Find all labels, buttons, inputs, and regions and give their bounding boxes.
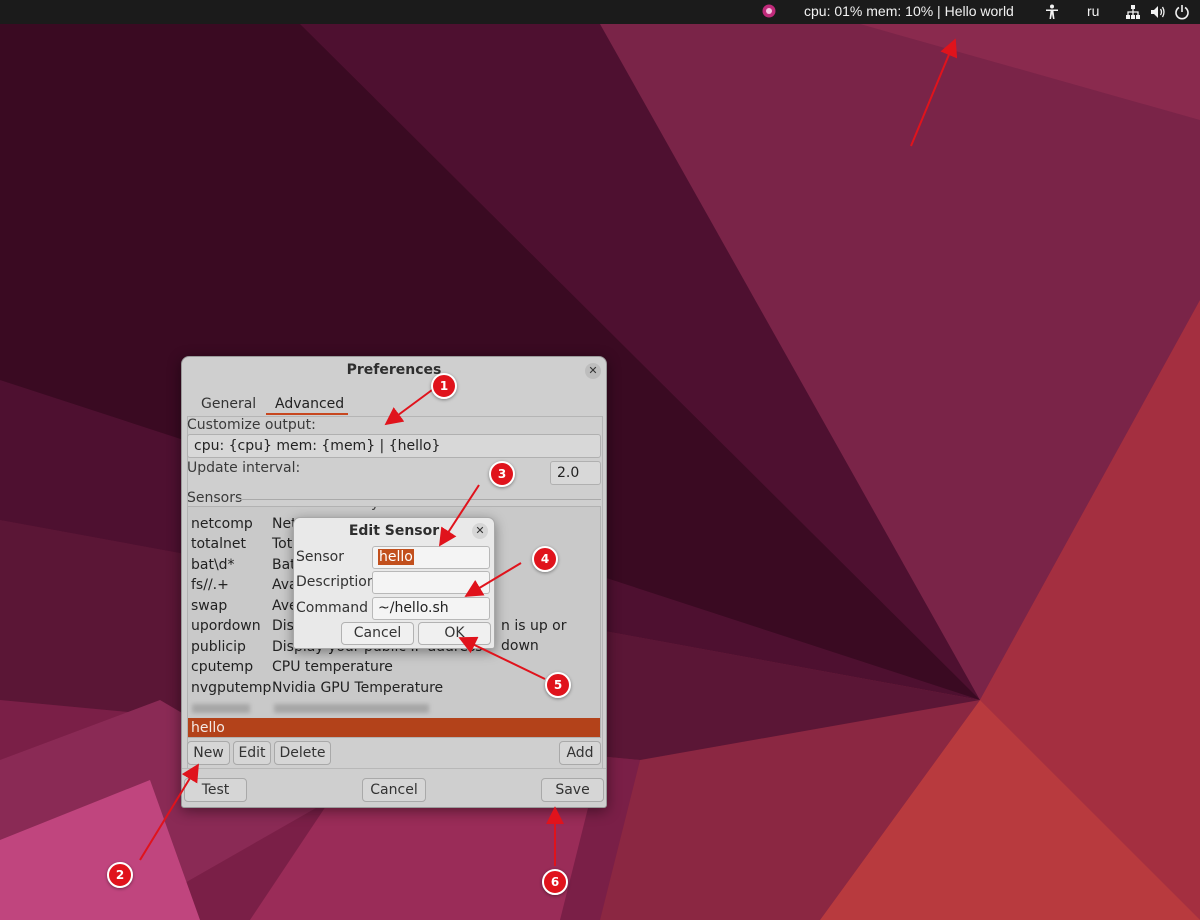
- footer-separator: [182, 768, 606, 769]
- dialog-ok-button[interactable]: OK: [418, 622, 491, 645]
- preferences-title: Preferences: [346, 362, 442, 378]
- edit-sensor-close-icon[interactable]: ✕: [472, 523, 488, 539]
- save-button[interactable]: Save: [541, 778, 604, 802]
- sensor-name-input[interactable]: hello: [372, 546, 490, 569]
- list-item[interactable]: nvgputemp Nvidia GPU Temperature: [188, 678, 600, 698]
- new-button[interactable]: New: [187, 741, 230, 765]
- keyboard-layout-indicator[interactable]: ru: [1087, 0, 1099, 24]
- sensor-name: nvgputemp: [191, 680, 272, 696]
- customize-output-label: Customize output:: [187, 417, 316, 433]
- sensor-name: netcomp: [191, 516, 253, 532]
- system-monitor-indicator[interactable]: cpu: 01% mem: 10% | Hello world: [804, 0, 1014, 24]
- marker-6: 6: [542, 869, 568, 895]
- accessibility-icon[interactable]: [1045, 4, 1059, 20]
- tab-general[interactable]: General: [201, 393, 256, 417]
- sensor-name: hello: [191, 720, 225, 736]
- sensor-name-selected-text: hello: [378, 549, 414, 565]
- sensor-name: bat\d*: [191, 557, 235, 573]
- customize-output-field[interactable]: cpu: {cpu} mem: {mem} | {hello}: [187, 434, 601, 458]
- sensor-desc: CPU temperature: [272, 659, 393, 675]
- cancel-button[interactable]: Cancel: [362, 778, 426, 802]
- edit-sensor-title: Edit Sensor: [348, 523, 440, 539]
- sensor-name: cputemp: [191, 659, 254, 675]
- sensors-label: Sensors: [187, 490, 243, 506]
- top-panel: cpu: 01% mem: 10% | Hello world ru: [0, 0, 1200, 24]
- network-icon[interactable]: [1125, 4, 1141, 20]
- marker-4: 4: [532, 546, 558, 572]
- sensor-field-label: Sensor: [296, 549, 344, 565]
- delete-button[interactable]: Delete: [274, 741, 331, 765]
- blurred-list-item[interactable]: [188, 698, 600, 718]
- description-field-label: Description: [296, 574, 376, 590]
- test-button[interactable]: Test: [184, 778, 247, 802]
- add-button[interactable]: Add: [559, 741, 601, 765]
- partial-header: y: [371, 507, 379, 511]
- command-input[interactable]: ~/hello.sh: [372, 597, 490, 620]
- command-field-label: Command: [296, 600, 368, 616]
- description-input[interactable]: [372, 571, 490, 594]
- selected-list-item[interactable]: hello: [188, 718, 600, 737]
- edit-button[interactable]: Edit: [233, 741, 271, 765]
- marker-2: 2: [107, 862, 133, 888]
- sensors-separator: [240, 499, 601, 500]
- redacted-desc: [274, 704, 429, 713]
- preferences-close-icon[interactable]: ✕: [585, 363, 601, 379]
- marker-1: 1: [431, 373, 457, 399]
- marker-3: 3: [489, 461, 515, 487]
- sensor-name: totalnet: [191, 536, 246, 552]
- update-interval-field[interactable]: 2.0: [550, 461, 601, 485]
- app-indicator-icon[interactable]: [762, 4, 776, 18]
- edit-sensor-dialog: Edit Sensor ✕ Sensor hello Description C…: [293, 517, 495, 649]
- sensor-name: fs//.+: [191, 577, 229, 593]
- redacted-name: [192, 704, 250, 713]
- dialog-cancel-button[interactable]: Cancel: [341, 622, 414, 645]
- marker-5: 5: [545, 672, 571, 698]
- volume-icon[interactable]: [1150, 4, 1166, 20]
- sensor-desc: Nvidia GPU Temperature: [272, 680, 444, 696]
- sensor-name: swap: [191, 598, 228, 614]
- sensor-name: publicip: [191, 639, 246, 655]
- active-tab-indicator: [266, 413, 348, 415]
- update-interval-label: Update interval:: [187, 460, 301, 476]
- sensor-name: upordown: [191, 618, 261, 634]
- power-icon[interactable]: [1174, 4, 1190, 20]
- list-item[interactable]: cputemp CPU temperature: [188, 657, 600, 677]
